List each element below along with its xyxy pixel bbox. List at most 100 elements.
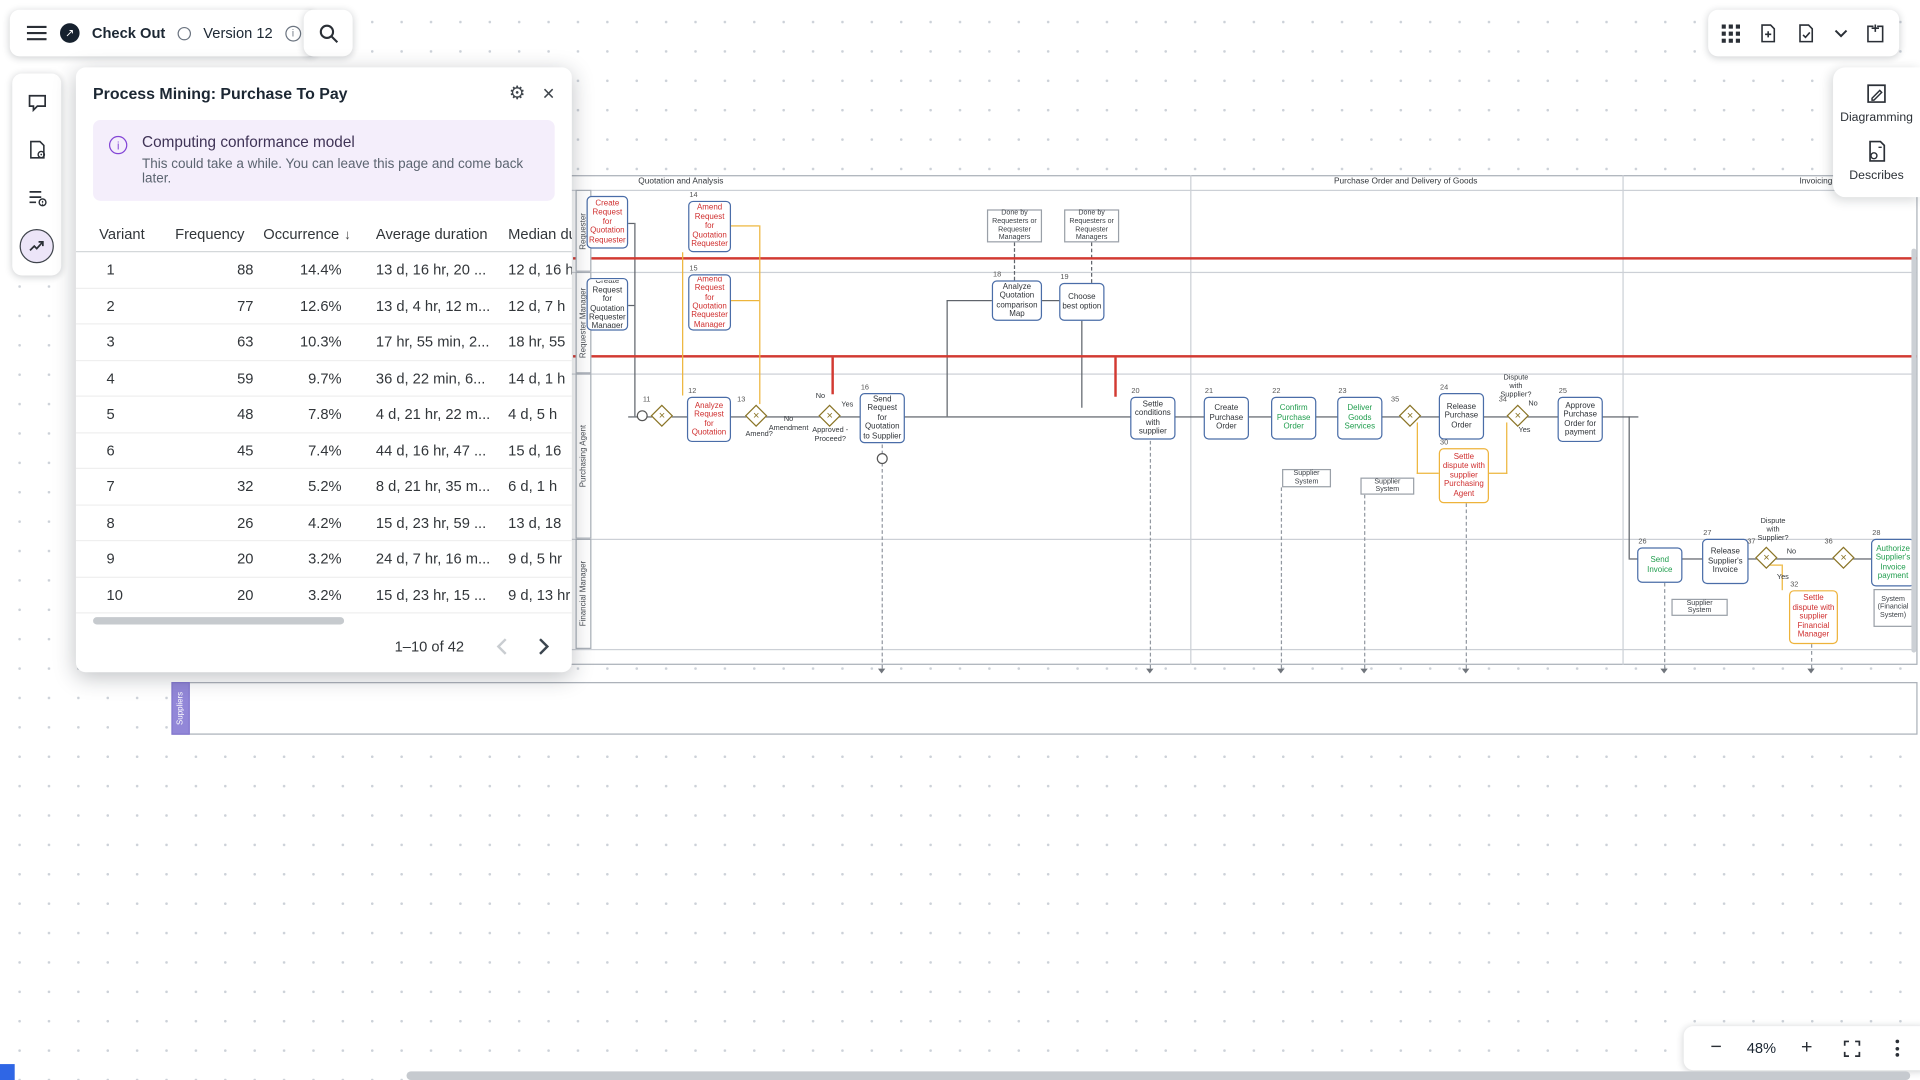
panel-item-diagramming[interactable]: Diagramming [1833, 82, 1920, 125]
corner-button[interactable] [0, 1064, 15, 1080]
col-variant[interactable]: Variant [99, 225, 175, 242]
more-options-button[interactable] [1875, 1040, 1920, 1057]
save-diagram-button[interactable] [1796, 23, 1816, 44]
bpmn-event[interactable] [637, 410, 648, 421]
bpmn-event[interactable] [877, 453, 888, 464]
flow-edge [947, 300, 948, 416]
node-number: 30 [1440, 440, 1448, 448]
bpmn-task[interactable]: Send Invoice26 [1637, 547, 1682, 583]
bpmn-system-box[interactable]: Supplier System [1360, 478, 1414, 495]
zoom-in-button[interactable]: + [1784, 1037, 1829, 1059]
version-label[interactable]: Version 12 [203, 24, 272, 41]
bpmn-task[interactable]: Analyze Quotation comparison Map18 [992, 280, 1042, 320]
bpmn-gateway[interactable]: × [651, 404, 674, 427]
bpmn-task[interactable]: Authorize Supplier's Invoice payment28 [1871, 539, 1915, 587]
bpmn-task[interactable]: Settle dispute with supplier Purchasing … [1439, 448, 1489, 503]
table-row[interactable]: 18814.4%13 d, 16 hr, 20 ...12 d, 16 h [76, 252, 572, 288]
kebab-icon [1896, 1040, 1900, 1057]
version-radio-icon[interactable] [178, 26, 191, 39]
table-row[interactable]: 27712.6%13 d, 4 hr, 12 m...12 d, 7 h [76, 288, 572, 324]
bpmn-task[interactable]: Settle conditions with supplier20 [1130, 397, 1175, 440]
table-row[interactable]: 10203.2%15 d, 23 hr, 15 ...9 d, 13 hr [76, 577, 572, 613]
bpmn-task[interactable]: Create Request for Quotation Requester M… [587, 278, 629, 331]
table-row[interactable]: 8264.2%15 d, 23 hr, 59 ...13 d, 18 [76, 505, 572, 541]
settings-gear-icon[interactable]: ⚙ [509, 84, 525, 102]
lane-label-suppliers[interactable]: Suppliers [171, 682, 189, 735]
col-occurrence[interactable]: Occurrence↓ [263, 225, 376, 242]
flow-edge [1489, 473, 1507, 474]
cell-avg: 13 d, 4 hr, 12 m... [376, 297, 503, 314]
fit-to-screen-button[interactable] [1829, 1039, 1874, 1057]
table-hscrollbar-thumb[interactable] [93, 617, 344, 624]
node-number: 11 [643, 397, 651, 404]
comments-button[interactable] [21, 86, 53, 118]
zoom-out-button[interactable]: − [1693, 1037, 1738, 1059]
bpmn-task[interactable]: Amend Request for Quotation Requester Ma… [688, 274, 731, 330]
bpmn-task[interactable]: Analyze Request for Quotation12 [687, 397, 731, 442]
bpmn-gateway[interactable]: × [1832, 546, 1855, 569]
search-button[interactable] [304, 10, 353, 57]
flow-edge [573, 355, 1916, 357]
bpmn-task[interactable]: Create Purchase Order21 [1204, 397, 1249, 440]
menu-icon[interactable] [26, 24, 48, 41]
col-median-duration[interactable]: Median duration [503, 225, 572, 242]
col-average-duration[interactable]: Average duration [376, 225, 503, 242]
pagination-label: 1–10 of 42 [395, 638, 464, 655]
task-list-button[interactable] [21, 181, 53, 213]
node-number: 13 [737, 397, 745, 404]
checkout-button[interactable]: Check Out [92, 24, 165, 41]
bpmn-task[interactable]: Release Purchase Order24 [1439, 393, 1484, 440]
variant-table: Variant Frequency Occurrence↓ Average du… [76, 216, 572, 656]
table-hscrollbar[interactable] [93, 617, 555, 624]
bpmn-task[interactable]: Confirm Purchase Order22 [1271, 397, 1316, 440]
table-row[interactable]: 6457.4%44 d, 16 hr, 47 ...15 d, 16 [76, 433, 572, 469]
model-attributes-button[interactable] [21, 133, 53, 165]
process-mining-button[interactable] [20, 229, 54, 263]
bpmn-task[interactable]: Release Supplier's Invoice27 [1702, 539, 1749, 584]
bpmn-system-box[interactable]: Supplier System [1671, 599, 1727, 616]
cell-freq: 48 [175, 406, 263, 423]
col-frequency[interactable]: Frequency [175, 225, 263, 242]
prev-page-icon[interactable] [496, 638, 507, 655]
flow-edge [731, 225, 759, 226]
lane-label-financial-manager[interactable]: Financial Manager [576, 539, 592, 649]
panel-item-describes[interactable]: Describes [1833, 140, 1920, 183]
node-number: 26 [1638, 539, 1646, 547]
bpmn-task[interactable]: Deliver Goods Services23 [1337, 397, 1382, 440]
bpmn-system-box[interactable]: Supplier System [1282, 469, 1331, 487]
table-row[interactable]: 36310.3%17 hr, 55 min, 2...18 hr, 55 [76, 324, 572, 360]
table-row[interactable]: 4599.7%36 d, 22 min, 6...14 d, 1 h [76, 361, 572, 397]
bpmn-task[interactable]: Choose best option19 [1059, 283, 1104, 321]
version-info-icon[interactable]: i [285, 25, 301, 41]
bpmn-task[interactable]: Amend Request for Quotation Requester14 [688, 201, 731, 252]
horizontal-scrollbar[interactable] [407, 1071, 1911, 1080]
add-to-frame-icon [1866, 23, 1886, 43]
next-page-icon[interactable] [539, 638, 550, 655]
new-diagram-button[interactable] [1758, 23, 1778, 44]
bpmn-annotation[interactable]: Done by Requesters or Requester Managers [987, 209, 1042, 242]
table-row[interactable]: 7325.2%8 d, 21 hr, 35 m...6 d, 1 h [76, 469, 572, 505]
bpmn-task[interactable]: Settle dispute with supplier Financial M… [1789, 590, 1838, 644]
message-arrowhead [878, 669, 885, 674]
cell-occ: 10.3% [263, 333, 376, 350]
bpmn-annotation[interactable]: Done by Requesters or Requester Managers [1064, 209, 1119, 242]
more-actions-chevron[interactable] [1834, 29, 1847, 38]
bpmn-task[interactable]: Create Request for Quotation Requester [587, 196, 629, 249]
bpmn-system-box[interactable]: System (Financial System) [1873, 589, 1912, 627]
lane-label-purchasing-agent[interactable]: Purchasing Agent [576, 373, 592, 538]
flow-edge [731, 300, 759, 301]
apps-grid-button[interactable] [1722, 24, 1740, 42]
bpmn-task[interactable]: Send Request for Quotation to Supplier16 [860, 393, 905, 443]
cell-freq: 26 [175, 514, 263, 531]
close-icon[interactable]: × [543, 83, 555, 104]
cell-avg: 15 d, 23 hr, 15 ... [376, 586, 503, 603]
cell-avg: 17 hr, 55 min, 2... [376, 333, 503, 350]
flow-edge [1190, 175, 1191, 665]
vertical-scrollbar[interactable] [1911, 249, 1916, 653]
flow-label: No [1783, 549, 1800, 557]
share-button[interactable] [1866, 23, 1886, 43]
table-row[interactable]: 5487.8%4 d, 21 hr, 22 m...4 d, 5 h [76, 397, 572, 433]
table-row[interactable]: 9203.2%24 d, 7 hr, 16 m...9 d, 5 hr [76, 541, 572, 577]
bpmn-gateway[interactable]: × [745, 404, 768, 427]
bpmn-task[interactable]: Approve Purchase Order for payment25 [1558, 397, 1603, 442]
